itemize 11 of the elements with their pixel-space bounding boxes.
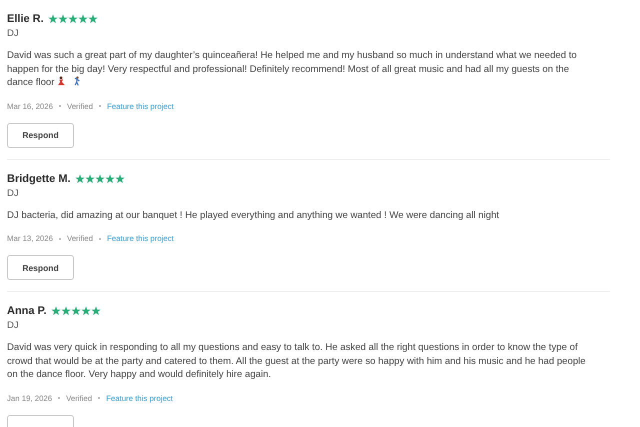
reviewer-name: Bridgette M. (7, 172, 71, 184)
respond-button[interactable]: Respond (7, 122, 74, 148)
review-text: David was very quick in responding to all my questions and easy to talk to. He asked all the right questions in order to know the type of crowd that would be at the party and catered to them. All the guest at the party were so happy with him and his music and he had people on the dance floor. Very happy and would definitely hire again. (7, 342, 586, 380)
service-label: DJ (7, 320, 20, 331)
service-label: DJ (7, 28, 20, 39)
review-text: David was such a great part of my daughter’s quinceañera! He helped me and my husband so much in understand what we needed to happen for the big day! Very respectful and professional! Definitely recommend! Most of all great music and had all my guests on the dance floor (7, 50, 577, 88)
service-label: DJ (7, 188, 20, 198)
reviewer-name: Ellie R. (7, 13, 44, 25)
reviewer-name: Anna P. (7, 305, 47, 317)
review-text: DJ bacteria, did amazing at our banquet ! He played everything and anything we wanted ! We were dancing all night (7, 210, 500, 220)
respond-button[interactable]: Respond (7, 255, 74, 280)
